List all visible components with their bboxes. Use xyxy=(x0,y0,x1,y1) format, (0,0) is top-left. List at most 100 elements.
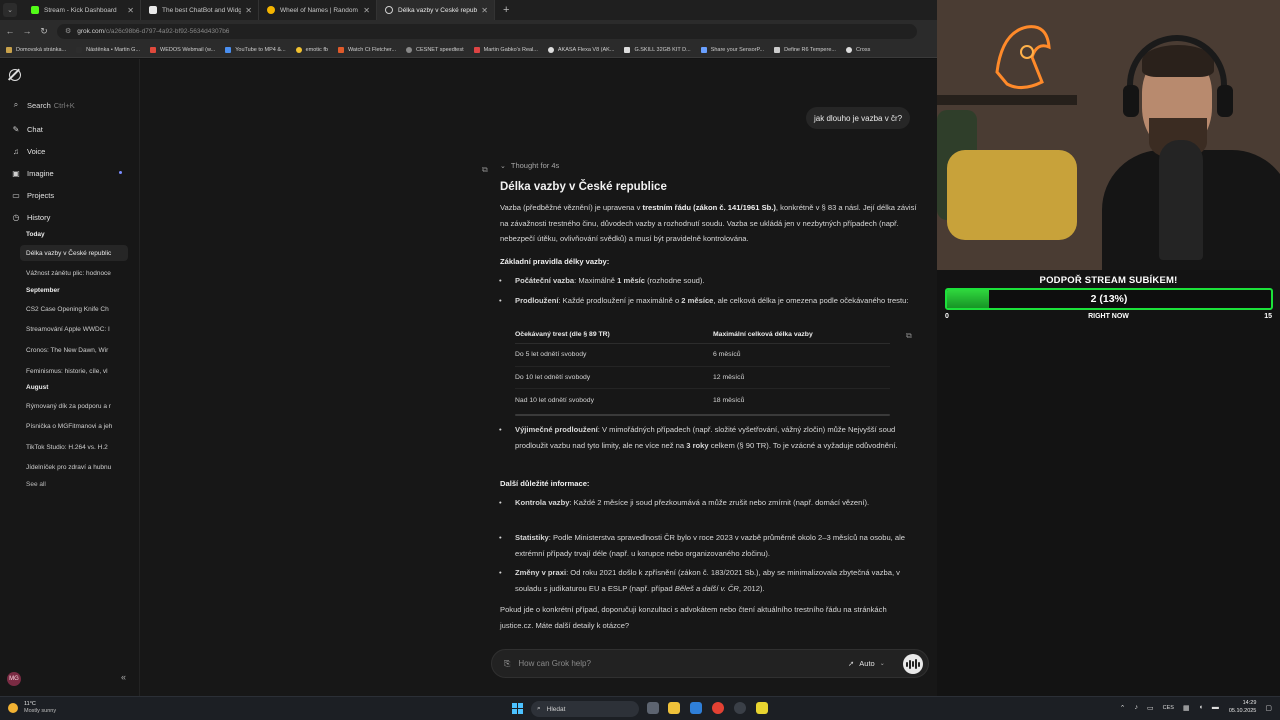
bookmark[interactable]: Nástěnka • Martin G... xyxy=(76,46,141,53)
copy-icon[interactable]: ⧉ xyxy=(482,165,491,174)
chevron-up-icon[interactable]: ⌃ xyxy=(1120,704,1126,712)
bookmark[interactable]: emotic fb xyxy=(295,46,328,53)
history-item[interactable]: Rýmovaný dík za podporu a r xyxy=(20,398,128,414)
history-item-label: Délka vazby v České republic xyxy=(26,249,112,257)
display-icon[interactable]: ▭ xyxy=(1147,704,1154,712)
bookmark[interactable]: G.SKILL 32GB KIT D... xyxy=(624,46,691,53)
sidebar-item-voice[interactable]: ♫ Voice xyxy=(5,142,129,160)
file-explorer-icon[interactable] xyxy=(668,702,680,714)
sidebar-item-history[interactable]: ◷ History xyxy=(5,208,129,226)
language-indicator[interactable]: CES xyxy=(1163,705,1174,711)
mode-selector[interactable]: ➚ Auto ⌄ xyxy=(848,659,885,668)
reload-icon[interactable]: ↻ xyxy=(37,26,51,37)
sidebar-item-label: Chat xyxy=(27,124,43,134)
volume-icon[interactable]: ◖ xyxy=(1199,704,1203,711)
app-icon[interactable] xyxy=(756,702,768,714)
start-button[interactable] xyxy=(512,703,523,714)
bookmark-label: Share your SensorP... xyxy=(710,46,765,53)
bookmark-label: Nástěnka • Martin G... xyxy=(86,46,141,53)
copy-table-icon[interactable]: ⧉ xyxy=(906,331,915,340)
history-item-label: TikTok Studio: H.264 vs. H.2 xyxy=(26,443,108,451)
table-scrollbar[interactable] xyxy=(515,414,890,416)
browser-tab[interactable]: The best ChatBot and Widgets ✕ xyxy=(141,0,259,20)
voice-mode-button[interactable] xyxy=(903,654,923,674)
headset-earcup xyxy=(1123,85,1139,117)
sidebar-item-imagine[interactable]: ▣ Imagine xyxy=(5,164,129,182)
bookmark[interactable]: Cross xyxy=(845,46,871,53)
history-item[interactable]: Vážnost zánětu plic: hodnoce xyxy=(20,265,128,281)
microphone-tray-icon[interactable]: ♪ xyxy=(1135,704,1139,711)
browser-tab[interactable]: Stream - Kick Dashboard ✕ xyxy=(23,0,141,20)
history-item[interactable]: Jídelníček pro zdraví a hubnu xyxy=(20,459,128,475)
text: , 2012). xyxy=(738,583,765,593)
bookmark[interactable]: CESNET speedtest xyxy=(406,46,464,53)
sidebar-search[interactable]: ⌕ Search Ctrl+K xyxy=(5,96,129,114)
history-item[interactable]: TikTok Studio: H.264 vs. H.2 xyxy=(20,439,128,455)
sidebar-item-chat[interactable]: ✎ Chat xyxy=(5,120,129,138)
tab-close-icon[interactable]: ✕ xyxy=(363,6,370,15)
app-icon[interactable] xyxy=(734,702,746,714)
list-item: Změny v praxi: Od roku 2021 došlo k zpří… xyxy=(499,565,915,596)
task-view-icon[interactable] xyxy=(647,702,659,714)
history-item[interactable]: Feminismus: historie, cíle, vl xyxy=(20,363,128,379)
tab-close-icon[interactable]: ✕ xyxy=(245,6,252,15)
avatar[interactable]: MG xyxy=(7,672,21,686)
thought-label: Thought for 4s xyxy=(510,161,560,170)
address-bar[interactable]: ⚙ grok.com/c/a26c98b6-d797-4a92-bf92-563… xyxy=(57,23,917,39)
notifications-icon[interactable]: ▢ xyxy=(1265,704,1272,712)
chat-input-bar: ⎘ ➚ Auto ⌄ xyxy=(491,649,929,678)
bookmark[interactable]: Watch Ct Fletcher... xyxy=(337,46,396,53)
chatbot-favicon-icon xyxy=(149,6,157,14)
new-tab-icon[interactable]: + xyxy=(503,4,509,16)
bookmark-favicon-icon xyxy=(624,46,631,53)
tab-search-button[interactable]: ⌄ xyxy=(3,3,17,17)
history-item[interactable]: Cronos: The New Dawn, Wir xyxy=(20,342,128,358)
bookmark[interactable]: AKASA Flexa V8 (AK... xyxy=(547,46,614,53)
sidebar: ⌕ Search Ctrl+K ✎ Chat ♫ Voice ▣ Imagine… xyxy=(0,59,140,696)
bold-text: Výjimečné prodloužení xyxy=(515,425,598,434)
tab-close-icon[interactable]: ✕ xyxy=(127,6,134,15)
site-info-icon[interactable]: ⚙ xyxy=(65,27,71,35)
taskbar-search[interactable]: ⌕ Hledat xyxy=(531,701,639,717)
search-icon: ⌕ xyxy=(537,705,541,712)
list-item-text: Statistiky: Podle Ministerstva spravedln… xyxy=(515,530,915,561)
bookmark[interactable]: Share your SensorP... xyxy=(700,46,765,53)
chrome-icon[interactable] xyxy=(712,702,724,714)
bookmark[interactable]: Define R6 Tempere... xyxy=(774,46,836,53)
bookmark-favicon-icon xyxy=(225,46,232,53)
text: Pokud jde o konkrétní případ, doporučuji… xyxy=(500,605,887,630)
browser-tab-active[interactable]: Délka vazby v České republice ✕ xyxy=(377,0,495,20)
history-item[interactable]: Písnička o MGFitmanovi a jeh xyxy=(20,418,128,434)
windows-logo-icon xyxy=(518,709,523,714)
battery-icon[interactable]: ▬ xyxy=(1212,704,1219,711)
bookmark-favicon-icon xyxy=(700,46,707,53)
network-icon[interactable]: ▦ xyxy=(1183,704,1190,712)
bookmark[interactable]: Martin Gabko's Real... xyxy=(473,46,538,53)
back-icon[interactable]: ← xyxy=(3,26,17,36)
store-icon[interactable] xyxy=(690,702,702,714)
forward-icon[interactable]: → xyxy=(20,26,34,36)
see-all-link[interactable]: See all xyxy=(26,481,46,488)
history-item[interactable]: Délka vazby v České republic xyxy=(20,245,128,261)
tab-close-icon[interactable]: ✕ xyxy=(481,6,488,15)
bookmarks-bar: Domovská stránka... Nástěnka • Martin G.… xyxy=(0,42,937,58)
history-item-label: Vážnost zánětu plic: hodnoce xyxy=(26,269,111,277)
bookmark[interactable]: Domovská stránka... xyxy=(6,46,66,53)
bookmark[interactable]: YouTube to MP4 &... xyxy=(225,46,286,53)
history-item[interactable]: CS2 Case Opening Knife Ch xyxy=(20,301,128,317)
browser-tab[interactable]: Wheel of Names | Random nam ✕ xyxy=(259,0,377,20)
attach-icon[interactable]: ⎘ xyxy=(504,659,510,669)
waveform-icon xyxy=(912,661,914,667)
tab-title: Stream - Kick Dashboard xyxy=(44,6,117,14)
sidebar-item-projects[interactable]: ▭ Projects xyxy=(5,186,129,204)
bookmark[interactable]: WEDOS Webmail (w... xyxy=(150,46,215,53)
history-group-august: August xyxy=(26,384,49,391)
thought-toggle[interactable]: ⌄ Thought for 4s xyxy=(500,161,559,170)
clock[interactable]: 14:29 05.10.2025 xyxy=(1229,700,1257,715)
weather-widget[interactable]: 11°C Mostly sunny xyxy=(8,701,56,715)
collapse-sidebar-icon[interactable]: « xyxy=(121,672,126,682)
history-item[interactable]: Streamování Apple WWDC: I xyxy=(20,321,128,337)
bookmark-label: Cross xyxy=(855,46,871,53)
grok-logo-icon[interactable] xyxy=(9,69,21,81)
chat-input[interactable] xyxy=(518,659,819,668)
